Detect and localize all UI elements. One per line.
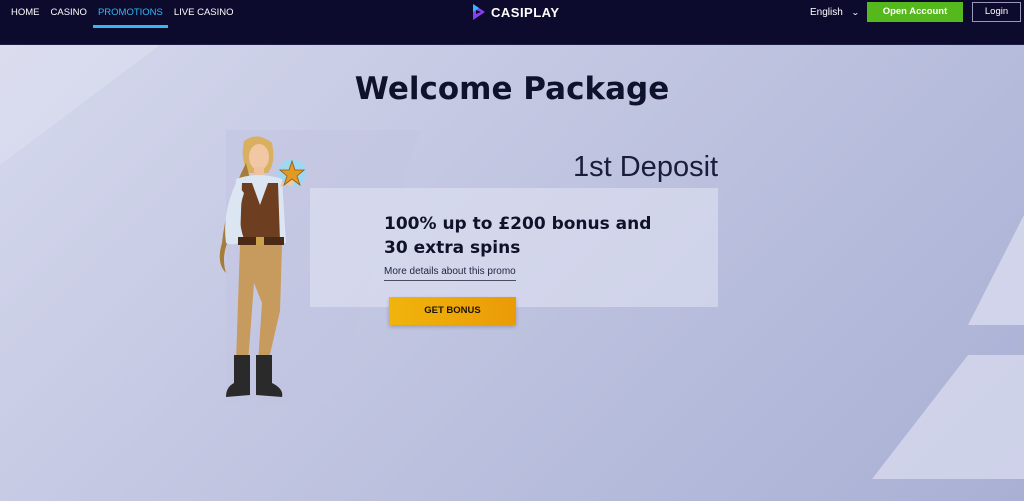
main-nav: HOME CASINO PROMOTIONS LIVE CASINO [0, 0, 239, 44]
open-account-button[interactable]: Open Account [867, 2, 963, 22]
nav-item-promotions[interactable]: PROMOTIONS [92, 0, 168, 28]
language-selector[interactable]: English ⌄ [810, 7, 860, 18]
promo-details-link[interactable]: More details about this promo [384, 266, 516, 281]
brand-logo[interactable]: CASIPLAY [472, 3, 560, 21]
language-label: English [810, 7, 843, 18]
nav-item-casino[interactable]: CASINO [46, 0, 92, 28]
adventurer-character-illustration [219, 136, 306, 397]
chevron-down-icon: ⌄ [850, 8, 860, 17]
nav-item-live-casino[interactable]: LIVE CASINO [169, 0, 239, 28]
deposit-label: 1st Deposit [573, 151, 719, 183]
login-button[interactable]: Login [972, 2, 1021, 22]
welcome-package-hero: Welcome Package 1st Deposit 100% up to £… [0, 45, 1024, 501]
get-bonus-button[interactable]: GET BONUS [389, 297, 516, 325]
offer-line-2: 30 extra spins [384, 238, 521, 258]
offer-line-1: 100% up to £200 bonus and [384, 214, 652, 234]
page-title: Welcome Package [354, 71, 670, 107]
brand-logo-text: CASIPLAY [491, 4, 560, 20]
nav-item-home[interactable]: HOME [6, 0, 45, 28]
top-navigation-bar: HOME CASINO PROMOTIONS LIVE CASINO CASIP… [0, 0, 1024, 45]
offer-headline: 100% up to £200 bonus and 30 extra spins [384, 212, 684, 260]
casiplay-logo-icon [473, 4, 485, 20]
